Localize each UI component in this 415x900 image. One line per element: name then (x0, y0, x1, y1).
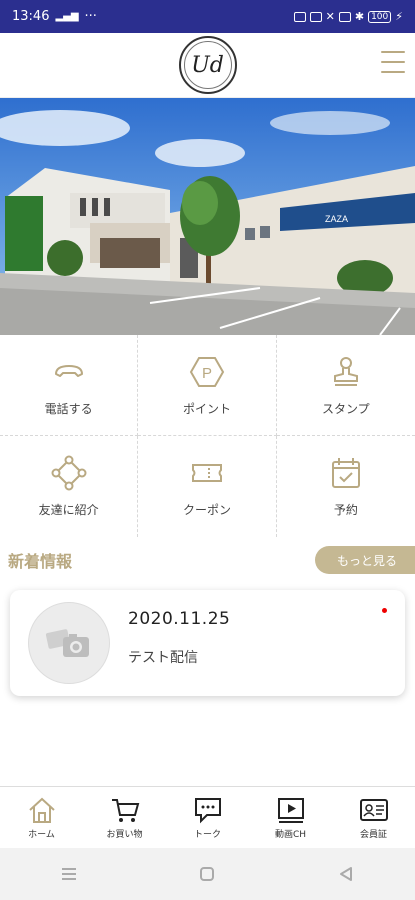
brand-logo[interactable]: Ud (178, 36, 237, 94)
menu-grid: 電話する P ポイント スタンプ 友達に紹介 クーポン 予約 (0, 335, 415, 537)
bottom-tab-bar: ホーム お買い物 トーク 動画CH 会員証 (0, 786, 415, 848)
member-card-icon (359, 798, 388, 821)
menu-item-label: 電話する (44, 401, 93, 416)
see-more-button[interactable]: もっと見る (314, 546, 415, 574)
home-square-icon (200, 867, 215, 881)
share-icon (51, 455, 87, 491)
status-time: 13:46 (12, 9, 50, 24)
system-nav-bar (0, 848, 415, 900)
signal-icon: ▂▄▆ (55, 11, 79, 22)
tab-video[interactable]: 動画CH (249, 787, 332, 848)
menu-item-reservation[interactable]: 予約 (277, 436, 415, 537)
menu-item-share[interactable]: 友達に紹介 (0, 436, 139, 537)
point-icon: P (189, 356, 225, 387)
menu-item-label: 予約 (333, 503, 358, 517)
chat-icon (194, 797, 221, 823)
news-date: 2020.11.25 (128, 609, 231, 629)
coupon-icon (191, 464, 222, 482)
menu-item-label: スタンプ (322, 401, 370, 416)
salon-building-photo: ZAZA (0, 98, 415, 335)
tab-member-card[interactable]: 会員証 (332, 787, 415, 848)
back-triangle-icon (339, 867, 352, 881)
svg-text:P: P (202, 365, 212, 382)
stamp-icon (333, 356, 358, 386)
menu-item-label: 友達に紹介 (38, 503, 99, 517)
menu-item-label: ポイント (182, 401, 231, 416)
data-icon (338, 11, 351, 22)
more-notifications-icon: ··· (84, 9, 97, 24)
hero-image: ZAZA (0, 98, 415, 335)
menu-item-phone[interactable]: 電話する (0, 335, 139, 436)
menu-item-coupon[interactable]: クーポン (138, 436, 277, 537)
recent-apps-icon (62, 868, 77, 880)
menu-item-label: クーポン (182, 503, 231, 517)
status-bar: 13:46 ▂▄▆ ··· ✕ ✱ 100 ⚡ (0, 0, 415, 33)
home-icon (28, 797, 55, 823)
tab-label: 動画CH (274, 829, 307, 840)
tab-home[interactable]: ホーム (0, 787, 83, 848)
charging-icon: ⚡ (395, 10, 403, 23)
home-button[interactable] (192, 859, 222, 889)
building-sign: ZAZA (325, 214, 348, 224)
tab-label: ホーム (28, 829, 55, 840)
cart-icon (111, 798, 139, 822)
hamburger-icon-bar (381, 71, 405, 73)
news-section-title: 新着情報 (8, 552, 73, 571)
phone-icon (54, 364, 83, 377)
news-thumbnail (28, 602, 110, 684)
tab-talk[interactable]: トーク (166, 787, 249, 848)
nfc-icon (293, 11, 306, 22)
news-title: テスト配信 (128, 650, 198, 666)
hamburger-menu-button[interactable] (381, 51, 405, 73)
battery-icon: 100 (368, 10, 392, 23)
calendar-check-icon (331, 458, 360, 488)
tab-label: トーク (193, 829, 221, 840)
vibrate-icon (309, 11, 322, 22)
hamburger-icon-bar (381, 61, 405, 63)
bluetooth-icon: ✱ (354, 10, 365, 23)
back-button[interactable] (331, 859, 361, 889)
unread-indicator (382, 608, 387, 613)
menu-item-point[interactable]: P ポイント (138, 335, 277, 436)
tab-label: 会員証 (359, 829, 387, 840)
hamburger-icon-bar (381, 51, 405, 53)
mute-icon: ✕ (325, 10, 335, 23)
camera-placeholder-icon (45, 629, 89, 657)
news-card[interactable]: 2020.11.25 テスト配信 (10, 590, 405, 696)
tab-shopping[interactable]: お買い物 (83, 787, 166, 848)
video-icon (277, 797, 304, 823)
news-section-header: 新着情報 もっと見る (0, 545, 415, 575)
tab-label: お買い物 (106, 829, 143, 840)
menu-item-stamp[interactable]: スタンプ (276, 335, 415, 436)
recent-apps-button[interactable] (54, 859, 84, 889)
brand-logo-text: Ud (183, 41, 232, 89)
app-header: Ud (0, 33, 415, 98)
